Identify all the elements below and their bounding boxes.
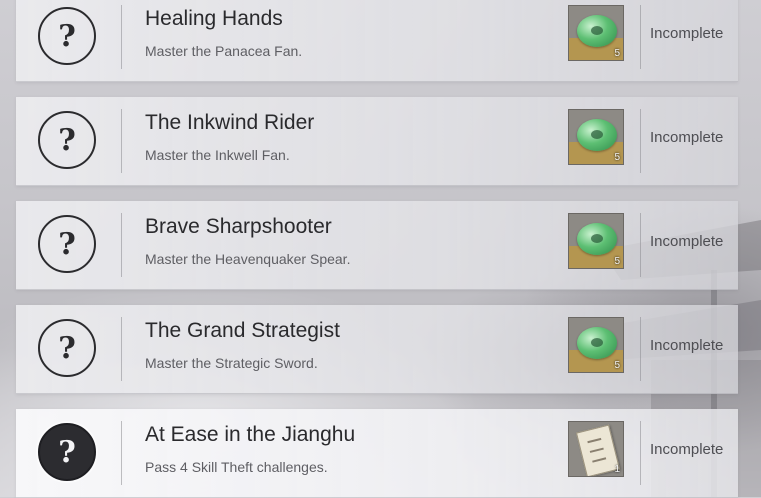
divider: [640, 213, 641, 277]
jade-token-icon[interactable]: 5: [568, 5, 624, 61]
reward-count: 5: [614, 48, 620, 59]
jade-token-icon[interactable]: 5: [568, 317, 624, 373]
divider: [121, 5, 122, 69]
achievement-description: Pass 4 Skill Theft challenges.: [145, 459, 328, 475]
status-label: Incomplete: [650, 337, 724, 354]
divider: [640, 421, 641, 485]
achievement-title: The Grand Strategist: [145, 319, 340, 342]
divider: [121, 109, 122, 173]
achievement-description: Master the Heavenquaker Spear.: [145, 251, 351, 267]
achievement-row[interactable]: ? The Grand Strategist Master the Strate…: [16, 305, 738, 394]
achievement-title: Healing Hands: [145, 7, 283, 30]
achievement-description: Master the Strategic Sword.: [145, 355, 318, 371]
hidden-achievement-icon: ?: [38, 111, 96, 169]
divider: [640, 5, 641, 69]
divider: [121, 421, 122, 485]
status-label: Incomplete: [650, 233, 724, 250]
reward-count: 1: [614, 464, 620, 475]
divider: [640, 317, 641, 381]
status-label: Incomplete: [650, 25, 724, 42]
hidden-achievement-icon: ?: [38, 215, 96, 273]
achievement-description: Master the Inkwell Fan.: [145, 147, 290, 163]
achievement-title: At Ease in the Jianghu: [145, 423, 356, 446]
hidden-achievement-icon: ?: [38, 423, 96, 481]
jade-token-icon[interactable]: 5: [568, 213, 624, 269]
divider: [121, 317, 122, 381]
achievement-description: Master the Panacea Fan.: [145, 43, 303, 59]
hidden-achievement-icon: ?: [38, 7, 96, 65]
divider: [121, 213, 122, 277]
achievement-title: Brave Sharpshooter: [145, 215, 332, 238]
scroll-icon[interactable]: 1: [568, 421, 624, 477]
achievement-row[interactable]: ? Brave Sharpshooter Master the Heavenqu…: [16, 201, 738, 290]
reward-count: 5: [614, 152, 620, 163]
achievement-row[interactable]: ? Healing Hands Master the Panacea Fan. …: [16, 0, 738, 82]
jade-token-icon[interactable]: 5: [568, 109, 624, 165]
hidden-achievement-icon: ?: [38, 319, 96, 377]
reward-count: 5: [614, 360, 620, 371]
status-label: Incomplete: [650, 441, 724, 458]
status-label: Incomplete: [650, 129, 724, 146]
divider: [640, 109, 641, 173]
achievement-row[interactable]: ? At Ease in the Jianghu Pass 4 Skill Th…: [16, 409, 738, 498]
achievement-row[interactable]: ? The Inkwind Rider Master the Inkwell F…: [16, 97, 738, 186]
reward-count: 5: [614, 256, 620, 267]
achievement-title: The Inkwind Rider: [145, 111, 315, 134]
